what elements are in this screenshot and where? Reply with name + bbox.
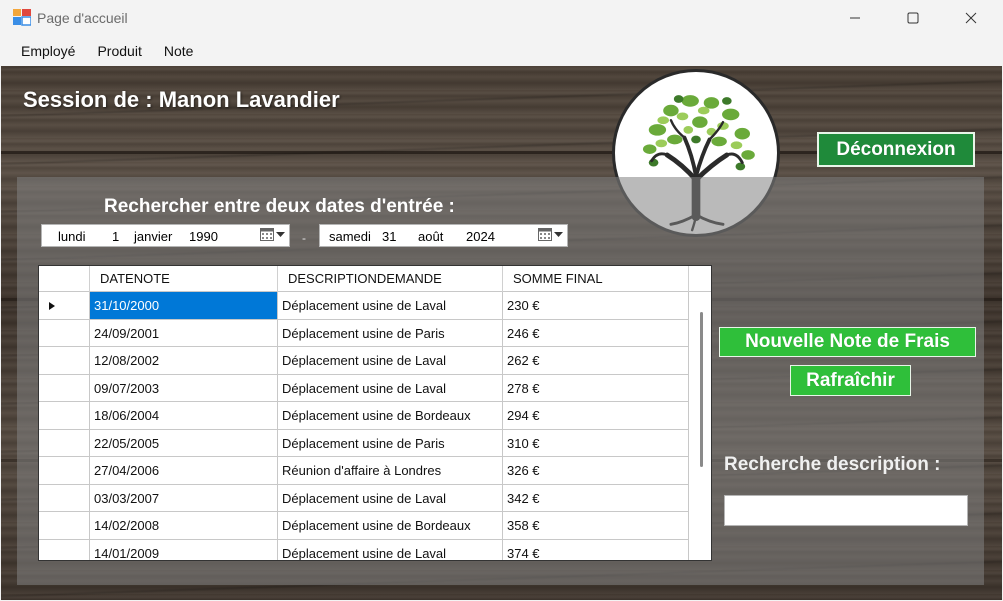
table-row[interactable]: 14/02/2008 Déplacement usine de Bordeaux… [39,512,689,540]
column-header-description[interactable]: DESCRIPTIONDEMANDE [278,266,503,292]
cell-somme[interactable]: 326 € [503,457,689,484]
table-row[interactable]: 27/04/2006 Réunion d'affaire à Londres 3… [39,457,689,485]
date-to-picker[interactable]: samedi 31 août 2024 [319,224,568,247]
current-row-arrow-icon [49,302,55,310]
column-header-datenote[interactable]: DATENOTE [90,266,278,292]
minimize-icon[interactable] [826,0,884,36]
row-header[interactable] [39,319,90,347]
new-expense-note-button[interactable]: Nouvelle Note de Frais [719,327,976,357]
cell-somme[interactable]: 246 € [503,319,689,347]
description-search-label: Recherche description : [724,454,941,475]
date-search-label: Rechercher entre deux dates d'entrée : [104,196,455,217]
date-from-day: 1 [112,229,120,244]
table-row[interactable]: 24/09/2001 Déplacement usine de Paris 24… [39,319,689,347]
date-to-day: 31 [382,229,397,244]
cell-description[interactable]: Déplacement usine de Laval [278,292,503,319]
table-row[interactable]: 12/08/2002 Déplacement usine de Laval 26… [39,347,689,375]
cell-somme[interactable]: 294 € [503,402,689,429]
cell-datenote[interactable]: 22/05/2005 [90,429,278,457]
row-header[interactable] [39,402,90,429]
row-header[interactable] [39,429,90,457]
cell-description[interactable]: Déplacement usine de Bordeaux [278,512,503,539]
grid-corner-header [39,266,90,292]
cell-somme[interactable]: 278 € [503,374,689,402]
cell-datenote[interactable]: 09/07/2003 [90,374,278,402]
table-row[interactable]: 03/03/2007 Déplacement usine de Laval 34… [39,484,689,512]
date-to-year: 2024 [466,229,495,244]
cell-description[interactable]: Déplacement usine de Laval [278,374,503,402]
row-header[interactable] [39,539,90,560]
title-bar: Page d'accueil [0,0,1003,36]
refresh-button[interactable]: Rafraîchir [790,365,911,396]
grid-body: 31/10/2000 Déplacement usine de Laval 23… [39,292,689,560]
menu-bar: Employé Produit Note [0,37,1003,66]
date-from-weekday: lundi [58,229,86,244]
main-content: Session de : Manon Lavandier Déconnexion… [1,66,1002,600]
session-title: Session de : Manon Lavandier [23,87,340,112]
close-icon[interactable] [942,0,1000,36]
cell-description[interactable]: Déplacement usine de Bordeaux [278,402,503,429]
cell-description[interactable]: Déplacement usine de Laval [278,539,503,560]
row-header[interactable] [39,292,90,319]
cell-datenote[interactable]: 14/02/2008 [90,512,278,539]
calendar-dropdown-icon[interactable] [260,228,285,241]
description-search-input[interactable] [724,495,968,526]
cell-datenote[interactable]: 03/03/2007 [90,484,278,512]
cell-datenote[interactable]: 18/06/2004 [90,402,278,429]
logout-button[interactable]: Déconnexion [817,132,975,167]
notes-grid[interactable]: DATENOTE DESCRIPTIONDEMANDE SOMME FINAL … [38,265,712,561]
row-header[interactable] [39,512,90,539]
table-row[interactable]: 09/07/2003 Déplacement usine de Laval 27… [39,374,689,402]
date-from-month: janvier [134,229,173,244]
cell-description[interactable]: Réunion d'affaire à Londres [278,457,503,484]
window-title: Page d'accueil [37,10,128,26]
cell-somme[interactable]: 358 € [503,512,689,539]
table-row[interactable]: 31/10/2000 Déplacement usine de Laval 23… [39,292,689,320]
cell-description[interactable]: Déplacement usine de Paris [278,319,503,347]
row-header[interactable] [39,374,90,402]
maximize-icon[interactable] [884,0,942,36]
date-from-year: 1990 [189,229,218,244]
row-header[interactable] [39,347,90,374]
cell-datenote[interactable]: 12/08/2002 [90,347,278,374]
table-row[interactable]: 18/06/2004 Déplacement usine de Bordeaux… [39,402,689,430]
cell-datenote[interactable]: 27/04/2006 [90,457,278,484]
scrollbar-thumb[interactable] [700,312,703,467]
grid-header: DATENOTE DESCRIPTIONDEMANDE SOMME FINAL [39,266,711,292]
cell-somme[interactable]: 342 € [503,484,689,512]
date-from-picker[interactable]: lundi 1 janvier 1990 [41,224,290,247]
cell-somme[interactable]: 230 € [503,292,689,319]
cell-somme[interactable]: 262 € [503,347,689,374]
cell-description[interactable]: Déplacement usine de Paris [278,429,503,457]
cell-somme[interactable]: 310 € [503,429,689,457]
menu-item-produit[interactable]: Produit [86,37,152,66]
date-range-separator: - [302,231,306,245]
cell-datenote[interactable]: 24/09/2001 [90,319,278,347]
date-to-weekday: samedi [329,229,371,244]
cell-datenote[interactable]: 31/10/2000 [90,292,278,319]
date-to-month: août [418,229,444,244]
table-row[interactable]: 14/01/2009 Déplacement usine de Laval 37… [39,539,689,560]
menu-item-employe[interactable]: Employé [0,37,86,66]
row-header[interactable] [39,484,90,512]
cell-somme[interactable]: 374 € [503,539,689,560]
cell-description[interactable]: Déplacement usine de Laval [278,347,503,374]
menu-item-note[interactable]: Note [153,37,205,66]
row-header[interactable] [39,457,90,484]
table-row[interactable]: 22/05/2005 Déplacement usine de Paris 31… [39,429,689,457]
cell-description[interactable]: Déplacement usine de Laval [278,484,503,512]
cell-datenote[interactable]: 14/01/2009 [90,539,278,560]
app-icon [13,9,32,26]
calendar-dropdown-icon[interactable] [538,228,563,241]
grid-vertical-scrollbar[interactable] [690,292,711,560]
column-header-somme[interactable]: SOMME FINAL [503,266,689,292]
